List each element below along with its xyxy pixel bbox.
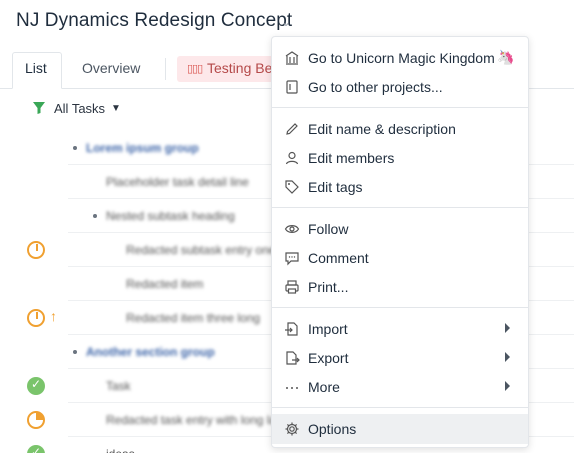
submenu-arrow-icon bbox=[505, 352, 510, 362]
bullet-icon bbox=[73, 146, 77, 150]
filter-label[interactable]: All Tasks bbox=[54, 101, 105, 116]
row-label: ideas bbox=[106, 447, 135, 453]
menu-item-print[interactable]: Print... bbox=[272, 273, 528, 301]
menu-item-follow[interactable]: Follow bbox=[272, 215, 528, 243]
submenu-arrow-icon bbox=[505, 381, 510, 391]
board-icon: ▯▯▯ bbox=[187, 63, 203, 75]
in-progress-icon[interactable] bbox=[27, 309, 45, 327]
menu-item-label: Print... bbox=[308, 279, 349, 295]
menu-divider bbox=[272, 207, 528, 208]
eye-icon bbox=[284, 225, 300, 233]
row-label: Task bbox=[106, 379, 131, 393]
person-icon bbox=[285, 151, 299, 165]
tab-divider bbox=[165, 58, 166, 80]
caret-down-icon[interactable]: ▼ bbox=[111, 103, 121, 114]
tag-icon bbox=[285, 180, 299, 194]
export-icon bbox=[286, 351, 300, 365]
tab-testing[interactable]: ▯▯▯ Testing Be bbox=[177, 56, 277, 82]
partial-progress-icon[interactable] bbox=[27, 411, 45, 429]
menu-item-label: Comment bbox=[308, 250, 369, 266]
submenu-arrow-icon bbox=[505, 323, 510, 333]
menu-item-label: Import bbox=[308, 321, 348, 337]
tab-list[interactable]: List bbox=[25, 60, 47, 76]
menu-item-edit-tags[interactable]: Edit tags bbox=[272, 173, 528, 201]
menu-item-edit-name[interactable]: Edit name & description bbox=[272, 115, 528, 143]
chevron-down-icon[interactable]: ⌄ bbox=[281, 15, 291, 29]
filter-icon[interactable] bbox=[32, 101, 46, 115]
import-icon bbox=[285, 322, 298, 336]
unicorn-emoji: 🦄 bbox=[497, 49, 515, 65]
row-label: Lorem ipsum group bbox=[86, 141, 199, 155]
building-icon bbox=[285, 51, 299, 65]
priority-up-icon: ↑ bbox=[50, 308, 57, 324]
menu-item-comment[interactable]: Comment bbox=[272, 244, 528, 272]
tab-testing-label: Testing Be bbox=[207, 60, 273, 76]
printer-icon bbox=[285, 280, 299, 294]
row-label: Placeholder task detail line bbox=[106, 175, 249, 189]
row-label: Redacted item bbox=[126, 277, 204, 291]
menu-divider bbox=[272, 307, 528, 308]
menu-item-label: Edit members bbox=[308, 150, 395, 166]
row-label: Redacted item three long bbox=[126, 311, 261, 325]
menu-divider bbox=[272, 107, 528, 108]
menu-item-options[interactable]: Options bbox=[272, 414, 528, 444]
menu-item-more[interactable]: More bbox=[272, 373, 528, 401]
comment-icon bbox=[285, 252, 299, 266]
menu-item-go-to-team[interactable]: Go to Unicorn Magic Kingdom 🦄 bbox=[272, 44, 528, 72]
menu-divider bbox=[272, 407, 528, 408]
menu-item-label: Edit name & description bbox=[308, 121, 456, 137]
bullet-icon bbox=[93, 214, 97, 218]
project-icon bbox=[286, 80, 298, 94]
row-label: Nested subtask heading bbox=[106, 209, 235, 223]
ellipsis-icon bbox=[286, 387, 298, 389]
gear-icon bbox=[285, 422, 299, 436]
row-label: Another section group bbox=[86, 345, 215, 359]
menu-item-other-projects[interactable]: Go to other projects... bbox=[272, 73, 528, 101]
menu-item-export[interactable]: Export bbox=[272, 344, 528, 372]
menu-item-label: Go to Unicorn Magic Kingdom bbox=[308, 50, 495, 66]
menu-item-label: More bbox=[308, 379, 340, 395]
row-label: Redacted subtask entry one bbox=[126, 243, 276, 257]
tab-overview[interactable]: Overview bbox=[82, 60, 140, 76]
bullet-icon bbox=[73, 350, 77, 354]
menu-item-edit-members[interactable]: Edit members bbox=[272, 144, 528, 172]
done-check-icon[interactable] bbox=[27, 377, 45, 395]
menu-item-label: Export bbox=[308, 350, 349, 366]
row-label: Redacted task entry with long label bbox=[106, 413, 293, 427]
project-options-menu: Go to Unicorn Magic Kingdom 🦄 Go to othe… bbox=[271, 36, 529, 448]
menu-item-label: Follow bbox=[308, 221, 349, 237]
in-progress-icon[interactable] bbox=[27, 241, 45, 259]
menu-item-label: Options bbox=[308, 421, 357, 437]
menu-item-label: Edit tags bbox=[308, 179, 363, 195]
project-title[interactable]: NJ Dynamics Redesign Concept bbox=[16, 10, 292, 32]
menu-item-label: Go to other projects... bbox=[308, 79, 443, 95]
menu-item-import[interactable]: Import bbox=[272, 315, 528, 343]
done-check-icon[interactable] bbox=[27, 445, 45, 453]
pencil-icon bbox=[286, 123, 298, 135]
